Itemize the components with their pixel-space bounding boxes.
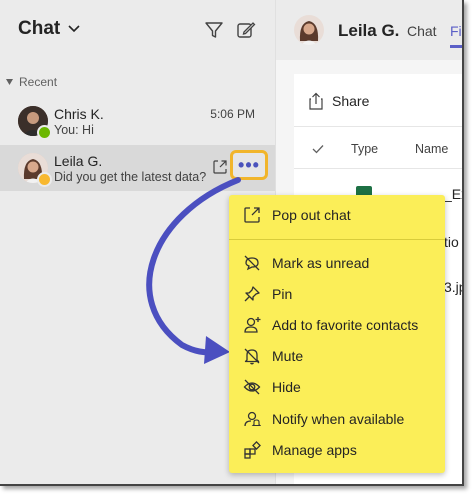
menu-item-label: Pop out chat: [272, 207, 351, 223]
menu-item-mark-as-unread[interactable]: Mark as unread: [229, 248, 445, 278]
menu-item-pin[interactable]: Pin: [229, 279, 445, 309]
notify-icon: [244, 411, 261, 427]
mute-icon: [244, 348, 260, 365]
menu-item-label: Notify when available: [272, 411, 405, 427]
menu-item-mute[interactable]: Mute: [229, 341, 445, 371]
menu-item-add-to-favorites[interactable]: Add to favorite contacts: [229, 310, 445, 340]
menu-item-notify-when-available[interactable]: Notify when available: [229, 404, 445, 434]
menu-item-label: Mute: [272, 348, 304, 364]
menu-item-label: Add to favorite contacts: [272, 317, 419, 333]
menu-item-manage-apps[interactable]: Manage apps: [229, 435, 445, 465]
context-menu: Pop out chat Mark as unread Pin Add to f…: [229, 195, 445, 473]
menu-item-label: Hide: [272, 379, 301, 395]
apps-icon: [244, 441, 261, 459]
hide-icon: [243, 379, 261, 395]
menu-item-label: Pin: [272, 286, 293, 302]
menu-item-label: Mark as unread: [272, 255, 370, 271]
menu-item-label: Manage apps: [272, 442, 357, 458]
pop-out-icon: [244, 207, 260, 223]
pin-icon: [244, 286, 260, 302]
menu-separator: [229, 239, 445, 240]
teams-window: Chat Recent Chris K. You: Hi 5:06 PM Lei…: [0, 0, 464, 486]
menu-item-hide[interactable]: Hide: [229, 372, 445, 402]
add-contact-icon: [244, 317, 261, 333]
mark-unread-icon: [244, 255, 260, 271]
menu-item-pop-out-chat[interactable]: Pop out chat: [229, 200, 445, 230]
